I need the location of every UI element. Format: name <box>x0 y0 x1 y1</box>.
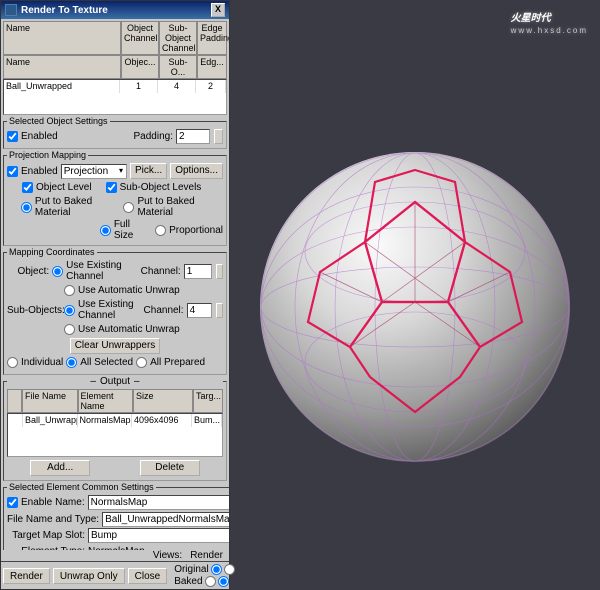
views-original-row: Original <box>174 564 234 575</box>
object-table-header-top: Name Object Channel Sub-Object Channel E… <box>3 21 227 55</box>
footer: Views: Render Render Unwrap Only Close O… <box>1 550 229 589</box>
object-list[interactable]: Ball_Unwrapped 1 4 2 <box>3 79 227 115</box>
render-to-texture-panel: Render To Texture X Name Object Channel … <box>0 0 230 590</box>
obj-existing[interactable]: Use Existing Channel <box>52 260 138 282</box>
delete-button[interactable]: Delete <box>140 460 200 476</box>
mapping-coordinates: Mapping Coordinates Object: Use Existing… <box>3 247 227 375</box>
options-button[interactable]: Options... <box>170 163 223 179</box>
render-original[interactable] <box>224 564 235 575</box>
unwrap-button[interactable]: Unwrap Only <box>53 568 125 584</box>
channel1-spinner[interactable]: 1 <box>184 264 212 279</box>
subobj-auto[interactable]: Use Automatic Unwrap <box>64 324 180 335</box>
views-original[interactable] <box>211 564 222 575</box>
views-baked[interactable] <box>205 576 216 587</box>
table-row[interactable]: Ball_Unwrapped 1 4 2 <box>4 80 226 93</box>
output-list[interactable]: Ball_Unwrapped... NormalsMap 4096x4096 B… <box>7 413 223 457</box>
watermark-brand: 火星时代 <box>511 13 551 24</box>
file-name-input[interactable]: Ball_UnwrappedNormalsMap.tif <box>102 512 229 527</box>
render-button[interactable]: Render <box>3 568 50 584</box>
subobj-levels-check[interactable]: Sub-Object Levels <box>106 182 202 193</box>
put-baked-2[interactable]: Put to Baked Material <box>123 196 223 218</box>
all-selected-radio[interactable]: All Selected <box>66 357 133 368</box>
object-table-header: Name Objec... Sub-O... Edg... <box>3 55 227 79</box>
full-size-radio[interactable]: Full Size <box>100 219 152 241</box>
titlebar[interactable]: Render To Texture X <box>1 1 229 19</box>
obj-auto[interactable]: Use Automatic Unwrap <box>64 285 180 296</box>
table-row[interactable]: Ball_Unwrapped... NormalsMap 4096x4096 B… <box>8 414 222 427</box>
projection-dropdown[interactable]: Projection <box>61 164 127 179</box>
projmap-enabled[interactable]: Enabled <box>7 166 58 177</box>
subobj-existing[interactable]: Use Existing Channel <box>64 299 141 321</box>
watermark-url: www.hxsd.com <box>511 26 588 35</box>
window-title: Render To Texture <box>21 5 211 16</box>
selected-object-settings: Selected Object Settings Enabled Padding… <box>3 116 227 149</box>
panel-body: Name Object Channel Sub-Object Channel E… <box>1 19 229 550</box>
proportional-radio[interactable]: Proportional <box>155 225 223 236</box>
all-prepared-radio[interactable]: All Prepared <box>136 357 205 368</box>
wireframe-overlay <box>260 152 570 462</box>
output-table-header: File Name Element Name Size Targ... <box>7 389 223 413</box>
app-icon <box>5 4 17 16</box>
common-settings: Selected Element Common Settings Enable … <box>3 482 229 550</box>
sphere-preview <box>260 152 570 462</box>
target-slot-dropdown[interactable]: Bump <box>88 528 229 543</box>
put-baked-1[interactable]: Put to Baked Material <box>21 196 121 218</box>
object-level-check[interactable]: Object Level <box>22 182 92 193</box>
watermark: 火星时代 www.hxsd.com <box>511 8 588 35</box>
pick-button[interactable]: Pick... <box>130 163 167 179</box>
enabled-checkbox[interactable]: Enabled <box>7 131 58 142</box>
individual-radio[interactable]: Individual <box>7 357 63 368</box>
views-baked-row: Baked <box>174 576 234 587</box>
clear-unwrappers-button[interactable]: Clear Unwrappers <box>70 338 161 354</box>
element-name-input[interactable]: NormalsMap <box>88 495 229 510</box>
enable-element[interactable]: Enable <box>7 497 52 508</box>
output-section: –Output– File Name Element Name Size Tar… <box>3 376 227 481</box>
close-button[interactable]: X <box>211 3 225 17</box>
3d-viewport[interactable] <box>230 0 600 590</box>
render-baked[interactable] <box>218 576 229 587</box>
projection-mapping: Projection Mapping Enabled Projection Pi… <box>3 150 227 246</box>
channel4-spinner[interactable]: 4 <box>187 303 213 318</box>
add-button[interactable]: Add... <box>30 460 90 476</box>
close-button-footer[interactable]: Close <box>128 568 168 584</box>
padding-spinner[interactable]: 2 <box>176 129 210 144</box>
